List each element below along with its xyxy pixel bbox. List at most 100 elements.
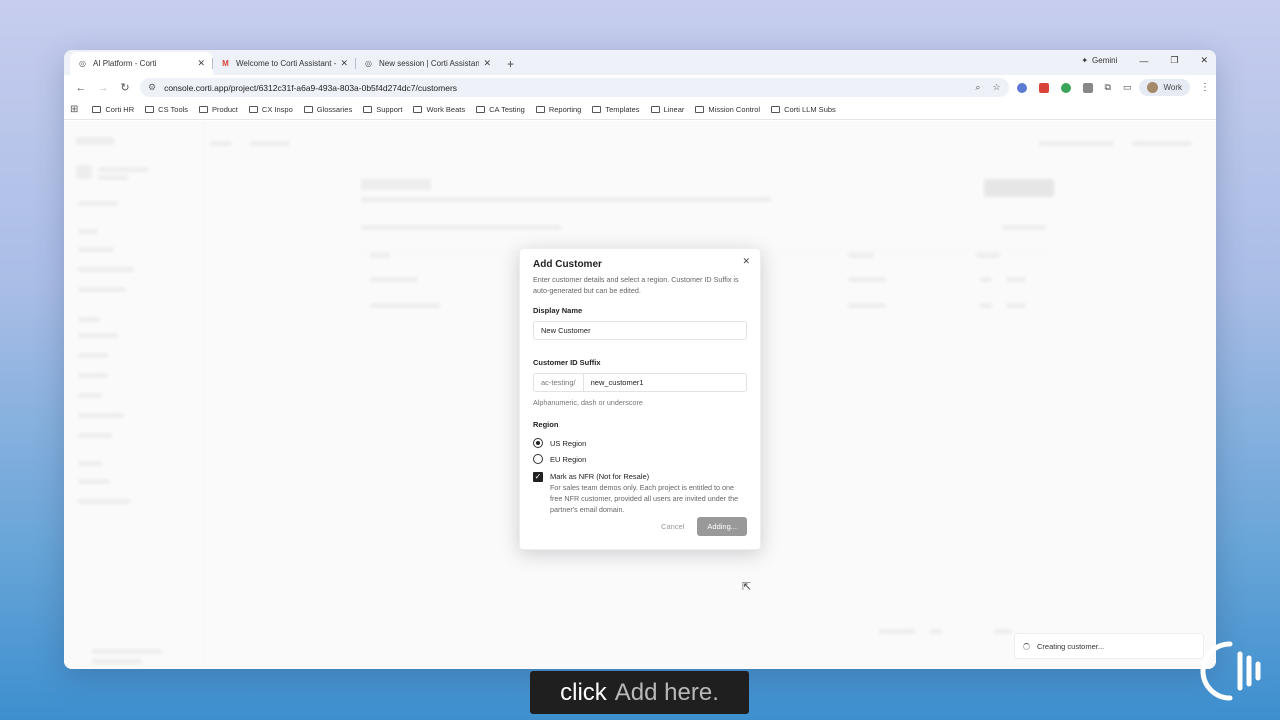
corti-logo-icon — [1200, 641, 1261, 701]
close-icon[interactable]: ✕ — [483, 58, 491, 69]
close-icon[interactable]: ✕ — [742, 256, 750, 267]
profile-label: Work — [1163, 83, 1182, 92]
puzzle-icon[interactable]: ⧉ — [1105, 82, 1111, 93]
maximize-icon[interactable]: ❐ — [1170, 55, 1178, 66]
bookmark-glossaries[interactable]: Glossaries — [303, 105, 352, 114]
customer-id-suffix-input[interactable]: new_customer1 — [584, 374, 651, 391]
dialog-description: Enter customer details and select a regi… — [533, 275, 739, 295]
bookmark-label: Work Beats — [426, 105, 466, 114]
suffix-label: Customer ID Suffix — [533, 358, 601, 367]
gemini-button[interactable]: ✦ Gemini — [1081, 56, 1117, 65]
nfr-description: For sales team demos only. Each project … — [550, 483, 739, 514]
star-icon[interactable]: ☆ — [992, 82, 1000, 93]
corti-icon: ◎ — [365, 59, 372, 68]
close-icon[interactable]: ✕ — [197, 58, 205, 69]
radio-unchecked[interactable] — [533, 454, 543, 464]
bookmark-support[interactable]: Support — [363, 105, 402, 114]
tab-ai-platform[interactable]: ◎ AI Platform - Corti ✕ — [70, 52, 213, 75]
close-window-icon[interactable]: ✕ — [1200, 55, 1208, 66]
region-eu-label: EU Region — [550, 454, 587, 464]
forward-icon[interactable]: → — [92, 82, 114, 94]
nfr-checkbox[interactable]: ✓ — [533, 472, 543, 482]
bookmark-label: Corti HR — [105, 105, 135, 114]
page-content: ✕ Add Customer Enter customer details an… — [64, 121, 1216, 669]
bookmark-product[interactable]: Product — [199, 105, 238, 114]
minimize-icon[interactable]: — — [1139, 56, 1148, 66]
bookmark-reporting[interactable]: Reporting — [535, 105, 582, 114]
bookmark-label: CA Testing — [489, 105, 525, 114]
extension-icon[interactable] — [1016, 82, 1027, 93]
customer-id-suffix-field: ac-testing/ new_customer1 — [533, 373, 747, 392]
add-button[interactable]: Adding... — [697, 517, 747, 536]
url-field[interactable]: ⚙ console.corti.app/project/6312c31f-a6a… — [140, 78, 1009, 97]
sidepanel-icon[interactable]: ▭ — [1123, 82, 1132, 93]
region-label: Region — [533, 420, 559, 429]
site-info-icon[interactable]: ⚙ — [148, 82, 156, 93]
nfr-option[interactable]: ✓ Mark as NFR (Not for Resale) For sales… — [533, 472, 747, 515]
toast-text: Creating customer... — [1037, 641, 1105, 651]
bookmark-corti-hr[interactable]: Corti HR — [92, 105, 134, 114]
browser-window: ◎ AI Platform - Corti ✕ M Welcome to Cor… — [64, 50, 1216, 669]
radio-checked[interactable] — [533, 438, 543, 448]
cancel-button[interactable]: Cancel — [661, 522, 684, 531]
folder-icon — [199, 106, 209, 113]
bookmark-label: Linear — [663, 105, 685, 114]
caption-prefix: click — [560, 678, 607, 706]
new-tab-button[interactable]: + — [507, 57, 514, 71]
address-bar: ← → ↻ ⚙ console.corti.app/project/6312c3… — [64, 75, 1216, 100]
mouse-cursor-icon: ⇱ — [742, 581, 752, 593]
display-name-label: Display Name — [533, 306, 583, 315]
folder-icon — [771, 106, 781, 113]
reload-icon[interactable]: ↻ — [114, 81, 136, 94]
bookmark-mission-control[interactable]: Mission Control — [695, 105, 760, 114]
avatar — [1147, 82, 1159, 93]
caption-highlight: Add here. — [614, 678, 719, 706]
close-icon[interactable]: ✕ — [340, 58, 348, 69]
folder-icon — [363, 106, 373, 113]
tab-label: AI Platform - Corti — [93, 59, 157, 68]
tab-label: New session | Corti Assistant — [379, 59, 480, 68]
dialog-actions: Cancel Adding... — [661, 517, 747, 536]
folder-icon — [92, 106, 102, 113]
tab-label: Welcome to Corti Assistant - a — [236, 59, 337, 68]
bookmark-work-beats[interactable]: Work Beats — [413, 105, 465, 114]
bookmark-label: Reporting — [548, 105, 582, 114]
tab-welcome[interactable]: M Welcome to Corti Assistant - a ✕ — [213, 52, 356, 75]
bookmark-corti-llm-subs[interactable]: Corti LLM Subs — [771, 105, 836, 114]
bookmark-label: Support — [376, 105, 403, 114]
bookmarks-bar: ⊞ Corti HR CS Tools Product CX Inspo Glo… — [64, 100, 1216, 120]
bookmark-cs-tools[interactable]: CS Tools — [145, 105, 188, 114]
extension-icon[interactable] — [1038, 82, 1049, 93]
search-icon[interactable]: ⌕ — [975, 82, 980, 93]
folder-icon — [476, 106, 486, 113]
video-caption: click Add here. — [530, 671, 749, 714]
folder-icon — [695, 106, 705, 113]
extensions: ⧉ ▭ — [1016, 82, 1132, 93]
extension-icon[interactable] — [1082, 82, 1093, 93]
region-eu-option[interactable]: EU Region — [533, 454, 747, 464]
folder-icon — [535, 106, 545, 113]
corti-icon: ◎ — [79, 59, 86, 68]
folder-icon — [413, 106, 423, 113]
bookmark-ca-testing[interactable]: CA Testing — [476, 105, 525, 114]
region-us-option[interactable]: US Region — [533, 438, 747, 448]
bookmark-label: Corti LLM Subs — [784, 105, 836, 114]
toast-notification: Creating customer... — [1014, 633, 1204, 659]
nfr-label: Mark as NFR (Not for Resale) — [550, 472, 650, 481]
gemini-label: Gemini — [1092, 56, 1118, 65]
bookmark-label: Mission Control — [708, 105, 761, 114]
apps-grid-icon[interactable]: ⊞ — [70, 104, 78, 115]
bookmark-templates[interactable]: Templates — [592, 105, 640, 114]
extension-icon[interactable] — [1060, 82, 1071, 93]
back-icon[interactable]: ← — [70, 82, 92, 94]
folder-icon — [303, 106, 313, 113]
suffix-hint: Alphanumeric, dash or underscore — [533, 398, 643, 407]
tab-new-session[interactable]: ◎ New session | Corti Assistant ✕ — [356, 52, 499, 75]
more-icon[interactable]: ⋮ — [1200, 82, 1210, 93]
bookmark-cx-inspo[interactable]: CX Inspo — [248, 105, 293, 114]
suffix-prefix: ac-testing/ — [534, 374, 584, 391]
display-name-input[interactable]: New Customer — [533, 321, 747, 340]
bookmark-linear[interactable]: Linear — [650, 105, 685, 114]
add-customer-dialog: ✕ Add Customer Enter customer details an… — [519, 248, 761, 550]
profile-button[interactable]: Work — [1139, 79, 1190, 96]
